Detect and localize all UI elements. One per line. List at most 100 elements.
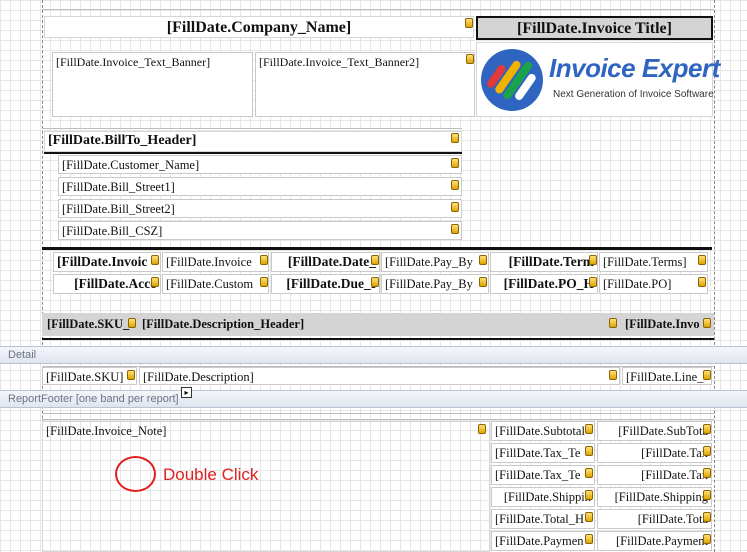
invoice-number-field[interactable]: [FillDate.Invoice (162, 252, 269, 272)
field-tag-icon[interactable] (151, 255, 159, 265)
po-header-field[interactable]: [FillDate.PO_H (490, 274, 598, 294)
header-bottom-line (42, 338, 714, 340)
sku-field[interactable]: [FillDate.SKU] (42, 367, 137, 385)
invoice-note-field[interactable]: [FillDate.Invoice_Note] (42, 421, 490, 552)
line-total-text: [FillDate.Line_ (626, 370, 704, 384)
field-tag-icon[interactable] (371, 277, 379, 287)
customer-name-text: [FillDate.Customer_Name] (62, 158, 200, 172)
invoice-number-header-field[interactable]: [FillDate.Invoic (53, 252, 161, 272)
customer-name-field[interactable]: [FillDate.Customer_Name] (58, 155, 462, 174)
shipping-label-field[interactable]: [FillDate.Shippin (491, 487, 595, 507)
field-tag-icon[interactable] (260, 255, 268, 265)
field-tag-icon[interactable] (479, 277, 487, 287)
tax-label-text: [FillDate.Tax_Te (495, 446, 581, 460)
field-tag-icon[interactable] (151, 277, 159, 287)
bill-csz-field[interactable]: [FillDate.Bill_CSZ] (58, 221, 462, 240)
subtotal-label-field[interactable]: [FillDate.Subtotal (491, 421, 595, 441)
field-tag-icon[interactable] (451, 158, 459, 168)
description-field[interactable]: [FillDate.Description] (139, 367, 620, 385)
tax2-label-field[interactable]: [FillDate.Tax_Te (491, 465, 595, 485)
field-tag-icon[interactable] (451, 133, 459, 143)
field-tag-icon[interactable] (466, 54, 474, 64)
footer-top-line-2 (42, 419, 714, 420)
company-logo[interactable]: Invoice Expert Next Generation of Invoic… (476, 42, 720, 117)
subtotal-value-field[interactable]: [FillDate.SubTota (597, 421, 712, 441)
invoice-text-banner-text: [FillDate.Invoice_Text_Banner] (56, 55, 211, 69)
field-tag-icon[interactable] (128, 318, 136, 328)
field-tag-icon[interactable] (703, 534, 711, 544)
bill-street1-field[interactable]: [FillDate.Bill_Street1] (58, 177, 462, 196)
pay-by-field[interactable]: [FillDate.Pay_By (381, 252, 489, 272)
field-tag-icon[interactable] (703, 424, 711, 434)
report-footer-band-bar[interactable]: ReportFooter [one band per report] (0, 390, 747, 408)
double-click-annotation: Double Click (163, 465, 259, 484)
billto-header-field[interactable]: [FillDate.BillTo_Header] (44, 131, 462, 152)
payment-value-field[interactable]: [FillDate.Payment (597, 531, 712, 551)
field-tag-icon[interactable] (589, 255, 597, 265)
field-tag-icon[interactable] (703, 490, 711, 500)
po-field[interactable]: [FillDate.PO] (599, 274, 708, 294)
tax-value-field[interactable]: [FillDate.Tax (597, 443, 712, 463)
field-tag-icon[interactable] (585, 490, 593, 500)
invoice-text-banner-field[interactable]: [FillDate.Invoice_Text_Banner] (52, 52, 253, 117)
bill-street2-field[interactable]: [FillDate.Bill_Street2] (58, 199, 462, 218)
field-tag-icon[interactable] (451, 224, 459, 234)
field-tag-icon[interactable] (589, 277, 597, 287)
field-tag-icon[interactable] (585, 424, 593, 434)
total-label-field[interactable]: [FillDate.Total_H (491, 509, 595, 529)
field-tag-icon[interactable] (127, 370, 135, 380)
field-tag-icon[interactable] (703, 318, 711, 328)
field-tag-icon[interactable] (585, 468, 593, 478)
subtotal-label-text: [FillDate.Subtotal (495, 424, 585, 438)
field-tag-icon[interactable] (479, 255, 487, 265)
company-name-field[interactable]: [FillDate.Company_Name] (44, 16, 474, 38)
shipping-label-text: [FillDate.Shippin (503, 490, 591, 504)
company-name-text: [FillDate.Company_Name] (166, 19, 352, 36)
field-tag-icon[interactable] (451, 180, 459, 190)
payment-label-field[interactable]: [FillDate.Paymen (491, 531, 595, 551)
field-tag-icon[interactable] (609, 370, 617, 380)
field-tag-icon[interactable] (609, 318, 617, 328)
field-tag-icon[interactable] (478, 424, 486, 434)
pay-by-2-field[interactable]: [FillDate.Pay_By (381, 274, 489, 294)
total-label-text: [FillDate.Total_H (495, 512, 585, 526)
invoice-text-banner2-field[interactable]: [FillDate.Invoice_Text_Banner2] (255, 52, 475, 117)
detail-band-bar[interactable]: Detail (0, 346, 747, 364)
field-tag-icon[interactable] (703, 446, 711, 456)
line-total-field[interactable]: [FillDate.Line_ (622, 367, 712, 385)
field-tag-icon[interactable] (585, 512, 593, 522)
field-tag-icon[interactable] (703, 468, 711, 478)
field-tag-icon[interactable] (703, 512, 711, 522)
date-header-field[interactable]: [FillDate.Date_ (271, 252, 380, 272)
field-tag-icon[interactable] (698, 277, 706, 287)
field-tag-icon[interactable] (371, 255, 379, 265)
sku-header-text: [FillDate.SKU_ (47, 317, 130, 331)
account-header-text: [FillDate.Acco (74, 276, 157, 291)
terms-header-field[interactable]: [FillDate.Term (490, 252, 598, 272)
field-tag-icon[interactable] (703, 370, 711, 380)
shipping-value-text: [FillDate.Shipping (614, 490, 708, 504)
po-text: [FillDate.PO] (603, 277, 672, 291)
description-header-field[interactable]: [FillDate.Description_Header] (139, 315, 609, 333)
sku-header-field[interactable]: [FillDate.SKU_ (44, 315, 136, 333)
field-tag-icon[interactable] (585, 446, 593, 456)
smart-tag-icon[interactable]: ▸ (181, 387, 192, 398)
shipping-value-field[interactable]: [FillDate.Shipping (597, 487, 712, 507)
tax2-value-field[interactable]: [FillDate.Tax (597, 465, 712, 485)
invo-header-field[interactable]: [FillDate.Invo (622, 315, 712, 333)
account-header-field[interactable]: [FillDate.Acco (53, 274, 161, 294)
field-tag-icon[interactable] (260, 277, 268, 287)
tax-label-field[interactable]: [FillDate.Tax_Te (491, 443, 595, 463)
right-margin-line (714, 0, 715, 345)
invoice-title-field[interactable]: [FillDate.Invoice Title] (476, 16, 713, 40)
field-tag-icon[interactable] (585, 534, 593, 544)
field-tag-icon[interactable] (451, 202, 459, 212)
terms-field[interactable]: [FillDate.Terms] (599, 252, 708, 272)
invoice-note-text: [FillDate.Invoice_Note] (46, 424, 167, 438)
due-header-field[interactable]: [FillDate.Due_I (271, 274, 380, 294)
total-value-field[interactable]: [FillDate.Tota (597, 509, 712, 529)
customer-id-field[interactable]: [FillDate.Custom (162, 274, 269, 294)
invoice-text-banner2-text: [FillDate.Invoice_Text_Banner2] (259, 55, 420, 69)
field-tag-icon[interactable] (465, 18, 473, 28)
field-tag-icon[interactable] (698, 255, 706, 265)
